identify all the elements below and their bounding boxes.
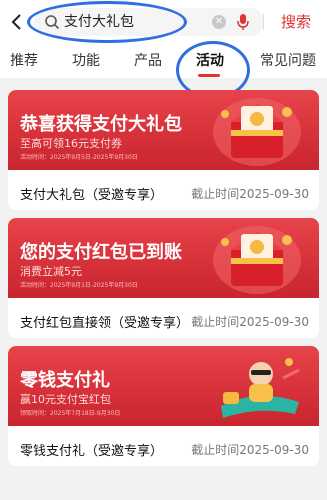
card-banner: 零钱支付礼 赢10元支付宝红包 领取时间：2025年7月18日-9月30日: [8, 346, 319, 426]
card-deadline: 截止时间2025-09-30: [191, 187, 309, 201]
card-deadline: 截止时间2025-09-30: [191, 443, 309, 457]
card-title: 支付红包直接领（受邀专享）: [20, 316, 190, 331]
activity-card[interactable]: 零钱支付礼 赢10元支付宝红包 领取时间：2025年7月18日-9月30日 零钱…: [8, 346, 319, 466]
card-banner-title: 您的支付红包已到账: [20, 242, 182, 263]
card-banner-date: 活动时间：2025年9月1日-2025年9月30日: [20, 282, 138, 289]
back-icon[interactable]: [6, 10, 26, 34]
tab-bar: 推荐 功能 产品 活动 常见问题: [0, 44, 327, 78]
activity-card[interactable]: 您的支付红包已到账 消费立减5元 活动时间：2025年9月1日-2025年9月3…: [8, 218, 319, 338]
search-button[interactable]: 搜索: [268, 10, 324, 34]
annotation-circle-search: [27, 1, 187, 43]
card-banner-date: 领取时间：2025年7月18日-9月30日: [20, 410, 121, 417]
card-title: 零钱支付礼（受邀专享）: [20, 444, 164, 459]
search-divider: [263, 14, 264, 30]
tab-products[interactable]: 产品: [134, 52, 162, 70]
card-banner-subtitle: 消费立减5元: [20, 265, 82, 278]
card-title: 支付大礼包（受邀专享）: [20, 188, 164, 203]
card-banner-title: 零钱支付礼: [20, 370, 110, 391]
activity-card[interactable]: 恭喜获得支付大礼包 至高可领16元支付券 活动时间：2025年9月5日-2025…: [8, 90, 319, 210]
tab-faq[interactable]: 常见问题: [260, 52, 316, 70]
card-banner-subtitle: 至高可领16元支付券: [20, 137, 122, 150]
card-banner-date: 活动时间：2025年9月5日-2025年9月30日: [20, 154, 138, 161]
red-envelope-icon: [213, 98, 301, 166]
card-banner-subtitle: 赢10元支付宝红包: [20, 393, 111, 406]
tab-features[interactable]: 功能: [72, 52, 100, 70]
tab-recommend[interactable]: 推荐: [10, 52, 38, 70]
card-banner-title: 恭喜获得支付大礼包: [20, 114, 182, 135]
card-deadline: 截止时间2025-09-30: [191, 315, 309, 329]
card-banner: 您的支付红包已到账 消费立减5元 活动时间：2025年9月1日-2025年9月3…: [8, 218, 319, 298]
clear-icon[interactable]: ✕: [212, 15, 226, 29]
character-icon: [221, 358, 300, 418]
microphone-icon[interactable]: [236, 13, 250, 31]
red-envelope-icon: [213, 226, 301, 294]
card-banner: 恭喜获得支付大礼包 至高可领16元支付券 活动时间：2025年9月5日-2025…: [8, 90, 319, 170]
